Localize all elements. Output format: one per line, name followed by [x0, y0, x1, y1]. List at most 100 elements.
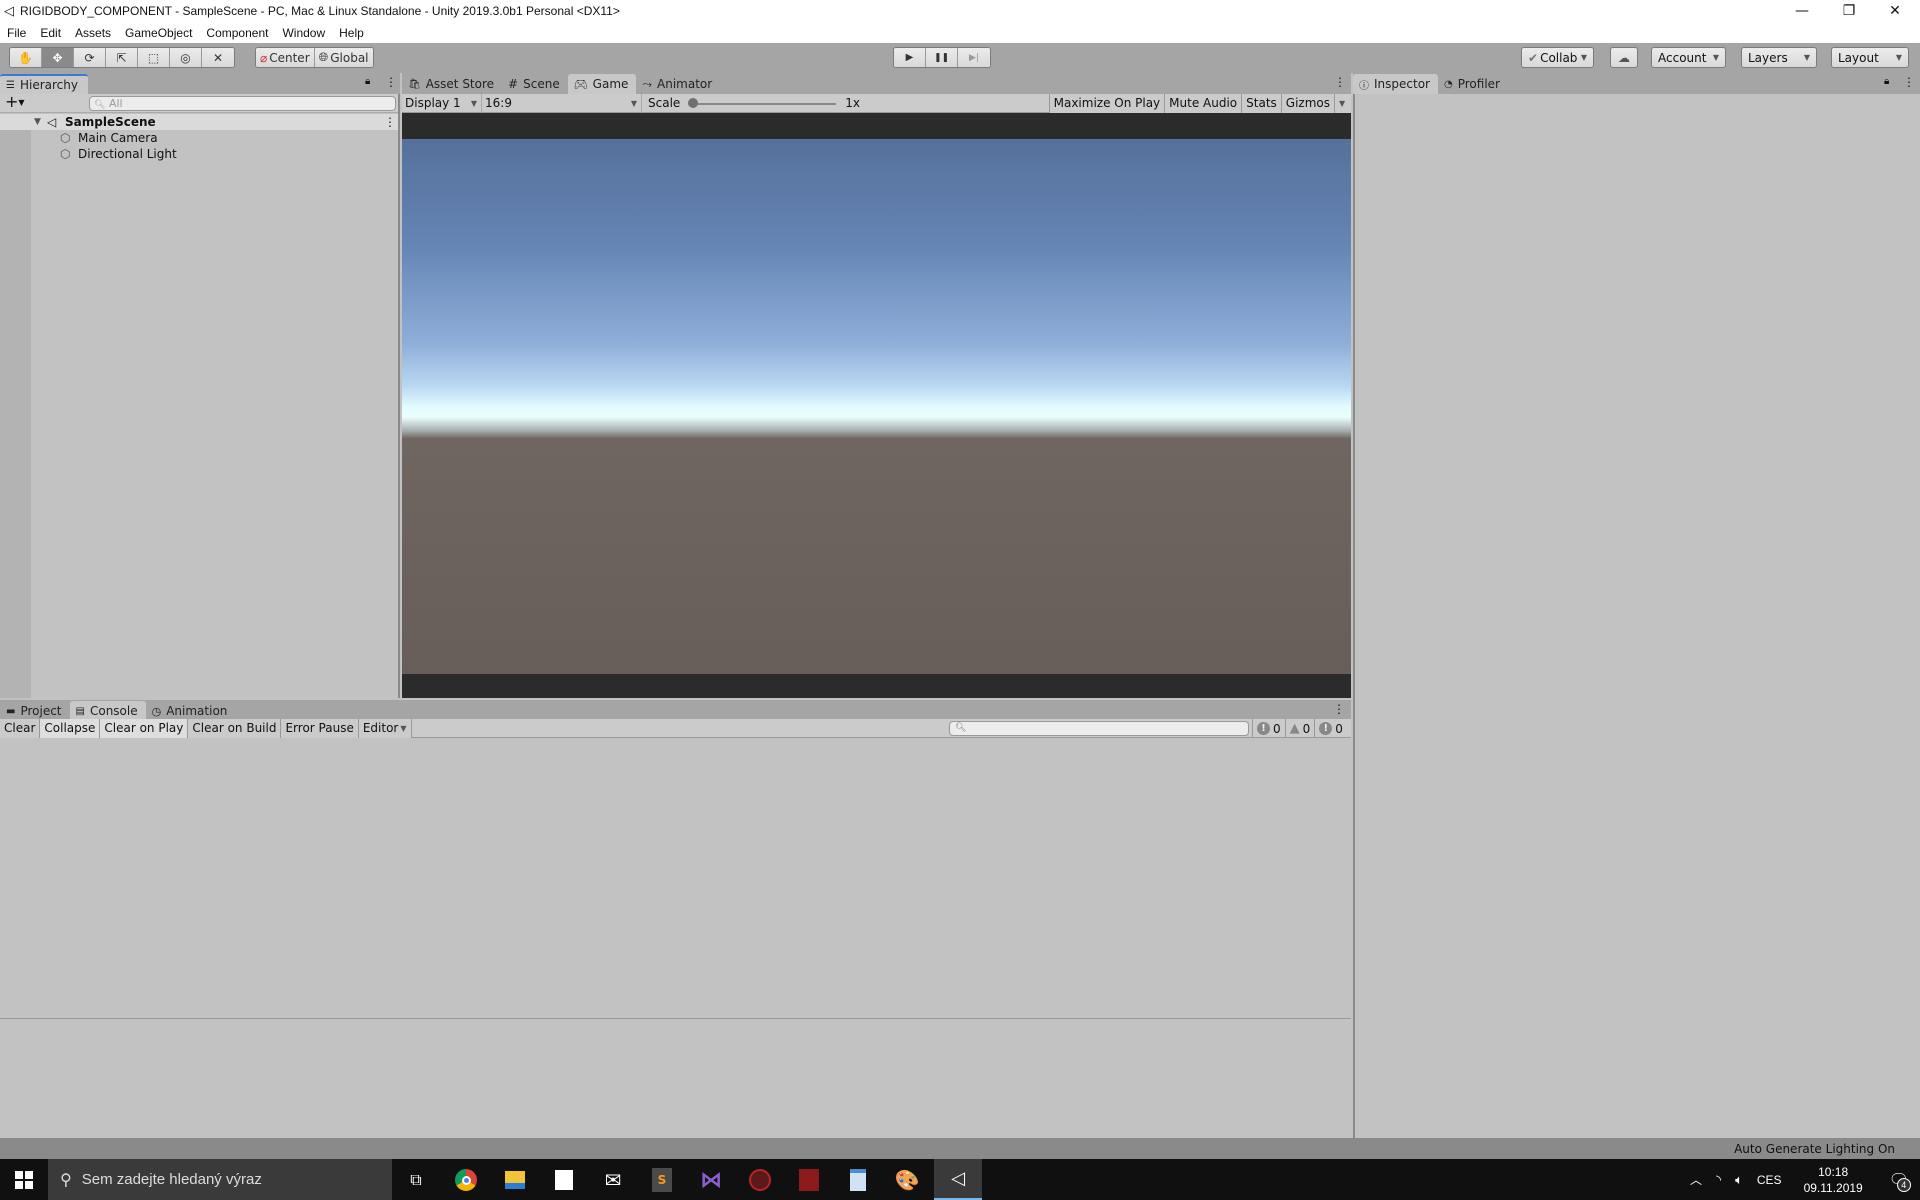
task-view-button[interactable]: ⧉ — [403, 1167, 429, 1193]
mail-taskbar-icon[interactable]: ✉ — [600, 1167, 626, 1193]
pivot-global-button[interactable]: 🌐︎ Global — [314, 48, 373, 67]
notification-count-badge: 4 — [1896, 1177, 1911, 1192]
play-button[interactable]: ▶ — [894, 48, 926, 67]
layers-dropdown[interactable]: Layers ▼ — [1741, 47, 1817, 68]
hand-tool-button[interactable]: ✋ — [10, 48, 42, 67]
move-tool-button[interactable]: ✥ — [42, 48, 74, 67]
hierarchy-item[interactable]: ⬡ Directional Light — [0, 146, 398, 162]
warning-count-toggle[interactable]: ▲ 0 — [1284, 719, 1315, 738]
chrome-taskbar-icon[interactable] — [453, 1167, 479, 1193]
clock-date: 09.11.2019 — [1803, 1180, 1863, 1195]
notepad-taskbar-icon[interactable] — [845, 1167, 871, 1193]
clear-button[interactable]: Clear — [0, 718, 41, 738]
start-button[interactable] — [0, 1159, 48, 1200]
action-center-button[interactable]: 🗨︎ 4 — [1889, 1170, 1911, 1192]
windows-taskbar: ⚲ Sem zadejte hledaný výraz ⧉ ✉ S ⋈ 🎨 ◁ … — [0, 1159, 1920, 1200]
collab-label: Collab — [1540, 50, 1578, 65]
show-hidden-icons[interactable]: ︿ — [1690, 1171, 1702, 1188]
stats-toggle[interactable]: Stats — [1242, 93, 1282, 113]
profiler-icon: ◔ — [1443, 78, 1453, 90]
scale-slider-thumb[interactable] — [688, 97, 699, 108]
store-taskbar-icon[interactable] — [551, 1167, 577, 1193]
transform-tool-button[interactable]: ◎ — [170, 48, 202, 67]
wifi-icon[interactable]: ◝ — [1716, 1172, 1721, 1188]
tab-hierarchy[interactable]: ☰ Hierarchy — [0, 74, 88, 94]
gizmos-dropdown[interactable]: ▼ — [1335, 93, 1351, 113]
display-dropdown[interactable]: Display 1 ▼ — [402, 93, 482, 113]
tab-profiler[interactable]: ◔ Profiler — [1438, 74, 1508, 94]
pause-button[interactable]: ❚❚ — [926, 48, 958, 67]
error-count-toggle[interactable]: ! 0 — [1314, 719, 1347, 738]
game-viewport[interactable] — [402, 113, 1351, 698]
account-dropdown[interactable]: Account ▼ — [1651, 47, 1726, 68]
create-button[interactable]: +▼ — [5, 92, 25, 111]
tab-inspector[interactable]: ⓘ Inspector — [1353, 74, 1438, 94]
clock[interactable]: 10:18 09.11.2019 — [1804, 1164, 1863, 1196]
maximize-on-play-toggle[interactable]: Maximize On Play — [1048, 93, 1166, 113]
minimize-button[interactable]: — — [1779, 0, 1825, 22]
scale-slider[interactable] — [688, 94, 838, 113]
search-icon: ⚲ — [60, 1171, 72, 1189]
tab-game[interactable]: 🎮︎ Game — [567, 74, 637, 94]
lock-icon[interactable]: 🔒︎ — [1884, 76, 1889, 87]
more-options-icon[interactable]: ⋮ — [1903, 75, 1915, 89]
hierarchy-search-input[interactable]: 🔍︎ All — [89, 96, 396, 111]
close-button[interactable]: ✕ — [1872, 0, 1918, 22]
collapse-toggle[interactable]: Collapse — [40, 718, 101, 738]
menu-component[interactable]: Component — [199, 26, 275, 40]
menu-help[interactable]: Help — [332, 26, 371, 40]
scale-tool-button[interactable]: ⇱ — [106, 48, 138, 67]
layout-dropdown[interactable]: Layout ▼ — [1831, 47, 1909, 68]
clear-on-build-toggle[interactable]: Clear on Build — [188, 718, 282, 738]
info-count-toggle[interactable]: ! 0 — [1252, 719, 1285, 738]
more-options-icon[interactable]: ⋮ — [1334, 75, 1346, 89]
error-pause-toggle[interactable]: Error Pause — [281, 718, 359, 738]
pause-icon: ❚❚ — [933, 52, 950, 63]
aspect-dropdown[interactable]: 16:9 ▼ — [482, 93, 642, 113]
rotate-tool-button[interactable]: ⟳ — [74, 48, 106, 67]
clear-on-play-toggle[interactable]: Clear on Play — [100, 718, 189, 738]
unity-taskbar-icon[interactable]: ◁ — [934, 1159, 982, 1200]
menu-file[interactable]: File — [0, 26, 33, 40]
gpu-tweak-2-taskbar-icon[interactable] — [796, 1167, 822, 1193]
hierarchy-item[interactable]: ⬡ Main Camera — [0, 130, 398, 146]
tab-animator[interactable]: ⤳ Animator — [636, 74, 720, 94]
scene-menu-icon[interactable]: ⋮ — [384, 115, 396, 129]
file-explorer-taskbar-icon[interactable] — [502, 1167, 528, 1193]
menu-window[interactable]: Window — [275, 26, 332, 40]
language-indicator[interactable]: CES — [1757, 1173, 1782, 1187]
gpu-tweak-taskbar-icon[interactable] — [747, 1167, 773, 1193]
more-options-icon[interactable]: ⋮ — [385, 75, 397, 89]
hierarchy-panel: +▼ 🔍︎ All ▼ ◁ SampleScene ⋮ ⬡ Main Camer… — [0, 92, 400, 698]
pivot-center-button[interactable]: ⌀ Center — [256, 48, 315, 67]
menu-gameobject[interactable]: GameObject — [118, 26, 199, 40]
tab-scene[interactable]: # Scene — [502, 74, 568, 94]
paint-taskbar-icon[interactable]: 🎨 — [894, 1167, 920, 1193]
scene-row[interactable]: ▼ ◁ SampleScene ⋮ — [0, 114, 398, 130]
scene-name: SampleScene — [65, 115, 156, 129]
sublime-taskbar-icon[interactable]: S — [649, 1167, 675, 1193]
gizmos-toggle[interactable]: Gizmos — [1281, 93, 1335, 113]
cloud-button[interactable]: ☁ — [1610, 47, 1638, 68]
volume-icon[interactable]: 🔈︎ — [1735, 1172, 1743, 1188]
close-icon: ✕ — [1889, 3, 1901, 19]
menu-assets[interactable]: Assets — [68, 26, 118, 40]
lock-icon[interactable]: 🔒︎ — [365, 76, 370, 87]
rotate-icon: ⟳ — [84, 50, 95, 65]
restore-button[interactable]: ❐ — [1826, 0, 1872, 22]
expand-arrow-icon[interactable]: ▼ — [34, 117, 41, 127]
more-options-icon[interactable]: ⋮ — [1333, 702, 1345, 716]
console-log-area[interactable] — [0, 739, 1351, 1138]
menu-edit[interactable]: Edit — [33, 26, 68, 40]
mute-audio-toggle[interactable]: Mute Audio — [1165, 93, 1243, 113]
visual-studio-taskbar-icon[interactable]: ⋈ — [698, 1167, 724, 1193]
collab-dropdown[interactable]: ✔ Collab ▼ — [1521, 47, 1594, 68]
rect-tool-button[interactable]: ⬚ — [138, 48, 170, 67]
console-search-input[interactable]: 🔍︎ — [949, 721, 1249, 736]
info-count: 0 — [1273, 721, 1281, 736]
tab-asset-store[interactable]: 🛍︎ Asset Store — [402, 74, 502, 94]
taskbar-search-box[interactable]: ⚲ Sem zadejte hledaný výraz — [48, 1159, 392, 1200]
editor-dropdown[interactable]: Editor ▼ — [358, 718, 412, 738]
custom-tool-button[interactable]: ✕ — [202, 48, 234, 67]
step-button[interactable]: ▶| — [958, 48, 990, 67]
